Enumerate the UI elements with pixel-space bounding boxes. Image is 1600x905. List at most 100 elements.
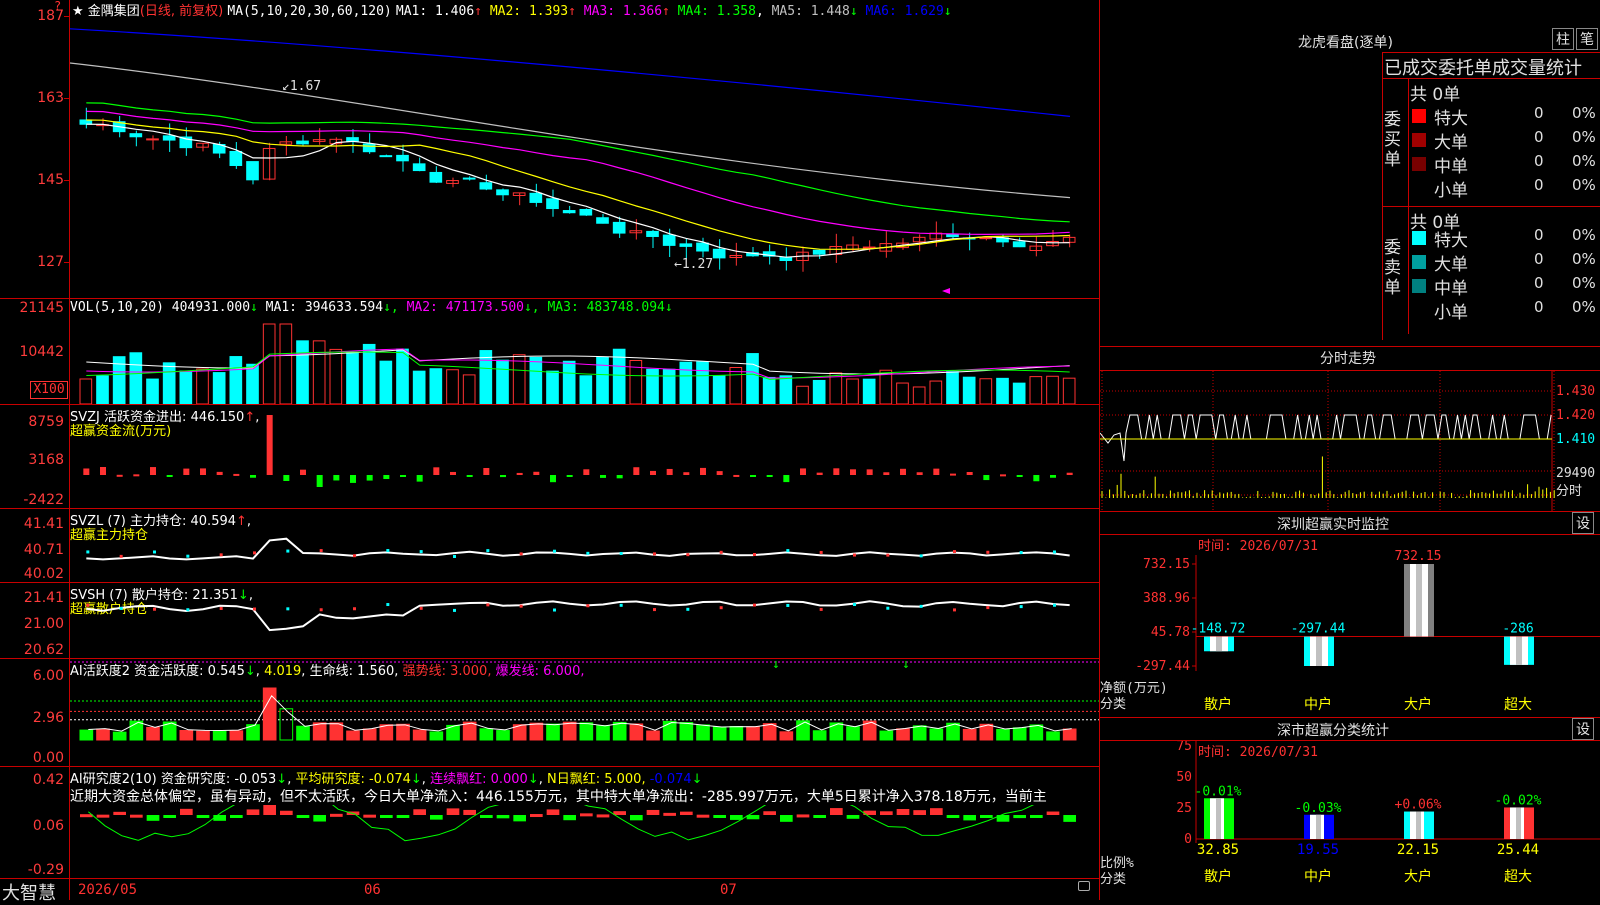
svsh-line-dot bbox=[819, 607, 823, 611]
activity-bar bbox=[962, 728, 977, 741]
monitor-settings-button[interactable]: 设 bbox=[1572, 512, 1594, 534]
ai2-last: -0.074 bbox=[649, 772, 692, 787]
volume-bar bbox=[329, 348, 343, 404]
brand-label[interactable]: 大智慧 bbox=[2, 879, 56, 905]
research-bar bbox=[880, 811, 893, 815]
flow-bar bbox=[600, 475, 606, 478]
order-pct: 0% bbox=[1572, 250, 1596, 268]
price-axis-label: 163 bbox=[37, 90, 64, 106]
activity-bar bbox=[362, 728, 377, 741]
flow-bar bbox=[1050, 475, 1056, 478]
volume-bar bbox=[812, 379, 826, 404]
activity-bar bbox=[212, 730, 227, 741]
price-low-annotation: ←1.27 bbox=[674, 257, 713, 272]
volume-bar bbox=[962, 376, 976, 404]
flow-bar bbox=[583, 469, 590, 475]
volume-bar bbox=[796, 385, 809, 404]
candle-body bbox=[696, 242, 709, 252]
research-bar bbox=[446, 808, 460, 815]
divider bbox=[1100, 346, 1600, 347]
flow-bar bbox=[100, 467, 106, 475]
svzl-axis-1: 41.41 bbox=[23, 516, 64, 532]
ai2-chart[interactable] bbox=[70, 805, 1099, 878]
stats-bar-value: 22.15 bbox=[1397, 842, 1439, 858]
ai2-name: 资金研究度: bbox=[160, 772, 231, 787]
order-pct: 0% bbox=[1572, 128, 1596, 146]
svzl-chart[interactable] bbox=[70, 509, 1099, 582]
stats-bar-delta: -0.03% bbox=[1295, 801, 1342, 816]
research-bar bbox=[480, 815, 493, 818]
activity-bar bbox=[196, 730, 210, 741]
activity-bar bbox=[562, 721, 577, 741]
volume-bar bbox=[362, 343, 376, 404]
research-bar bbox=[380, 815, 393, 818]
flow-bar bbox=[416, 475, 423, 482]
volume-bar bbox=[696, 361, 709, 404]
volume-bar bbox=[496, 359, 509, 404]
volume-bar bbox=[979, 378, 993, 404]
monitor-axis-label: 388.96 bbox=[1143, 591, 1190, 606]
monitor-bar-core bbox=[1416, 564, 1422, 637]
svsh-line-dot bbox=[486, 603, 490, 607]
stats-time: 时间: 2026/07/31 bbox=[1198, 745, 1318, 760]
volume-bar bbox=[312, 340, 326, 404]
down-arrow-icon: ↓ bbox=[772, 659, 780, 672]
volume-bar bbox=[246, 363, 259, 404]
volume-bar bbox=[879, 369, 893, 404]
svzl-line-dot bbox=[1019, 551, 1023, 555]
activity-bar bbox=[812, 730, 827, 741]
research-bar bbox=[1046, 811, 1060, 815]
svsh-chart[interactable] bbox=[70, 583, 1099, 658]
volume-bar bbox=[929, 380, 943, 404]
flow-bar bbox=[383, 475, 390, 480]
size-swatch-icon bbox=[1412, 255, 1426, 269]
activity-bar bbox=[579, 722, 594, 741]
lock-icon[interactable] bbox=[1078, 881, 1090, 891]
svzj-chart[interactable] bbox=[70, 405, 1099, 508]
intraday-axis-1: 1.430 bbox=[1556, 384, 1595, 399]
vol-unit-button[interactable]: X100 bbox=[30, 381, 68, 399]
tick-mode-button[interactable]: 笔 bbox=[1576, 28, 1598, 50]
stats-bar-delta: +0.06% bbox=[1395, 798, 1442, 813]
order-stat-tabs[interactable]: 已成交委托单成交量统计 bbox=[1384, 54, 1582, 80]
volume-bar bbox=[912, 386, 926, 404]
stats-bar-core bbox=[1316, 814, 1321, 839]
intraday-chart[interactable]: 1.430 1.420 1.410 29490 分时 bbox=[1100, 371, 1600, 511]
flow-bar bbox=[333, 475, 340, 481]
svzl-line-dot bbox=[286, 549, 290, 553]
monitor-chart[interactable]: 时间: 2026/07/31 732.15 388.96 45.78 -297.44 净额… bbox=[1100, 535, 1600, 717]
sell-side-label: 委卖单 bbox=[1384, 238, 1401, 298]
activity-bar bbox=[262, 687, 277, 741]
ai1-chart[interactable]: ↓ ↓ bbox=[70, 659, 1099, 766]
svsh-line-dot bbox=[419, 606, 423, 610]
stats-cat: 散户 bbox=[1204, 868, 1232, 885]
vol-ma-item: MA2: 471173.500 bbox=[398, 300, 524, 315]
size-swatch-icon bbox=[1412, 133, 1426, 147]
svzl-line-dot bbox=[819, 550, 823, 554]
monitor-bar-value: -148.72 bbox=[1191, 622, 1246, 637]
size-swatch-icon bbox=[1412, 303, 1426, 317]
candle-body bbox=[296, 140, 309, 145]
flow-bar bbox=[200, 468, 206, 475]
volume-bar bbox=[396, 348, 409, 404]
research-bar bbox=[463, 809, 476, 815]
stats-settings-button[interactable]: 设 bbox=[1572, 718, 1594, 740]
svzl-line-dot bbox=[253, 551, 256, 555]
svzl-line-dot bbox=[653, 552, 656, 556]
volume-chart[interactable] bbox=[70, 318, 1099, 404]
activity-bar bbox=[712, 726, 727, 741]
bar-mode-button[interactable]: 柱 bbox=[1552, 28, 1574, 50]
research-bar bbox=[963, 815, 976, 821]
activity-bar bbox=[846, 726, 860, 741]
intraday-axis-4: 29490 bbox=[1556, 466, 1595, 481]
price-chart[interactable]: ↙1.67 ←1.27 bbox=[70, 16, 1099, 298]
kline-panel[interactable]: ★ 金隅集团(日线, 前复权) MA(5,10,20,30,60,120) MA… bbox=[0, 0, 1100, 904]
research-bar bbox=[680, 811, 693, 815]
stats-bar-core bbox=[1516, 807, 1521, 839]
research-bar bbox=[546, 809, 560, 815]
candle-body bbox=[379, 155, 393, 158]
monitor-bar bbox=[1504, 636, 1534, 665]
flow-bar bbox=[950, 473, 956, 476]
stats-chart[interactable]: 时间: 2026/07/31 75 50 25 0 比例%分类 -0.01% 32.85 散户 -… bbox=[1100, 741, 1600, 900]
monitor-bar-core bbox=[1516, 636, 1522, 665]
